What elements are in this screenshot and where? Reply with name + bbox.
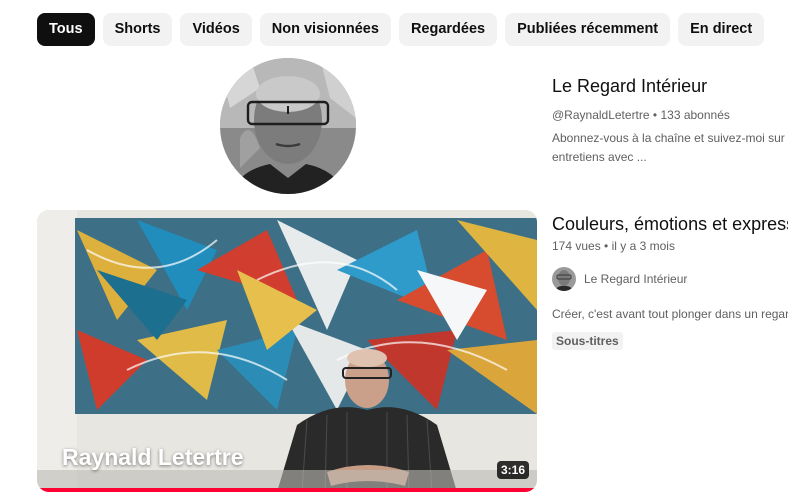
channel-meta: @RaynaldLetertre • 133 abonnés [552, 106, 788, 124]
channel-description-line2: entretiens avec ... [552, 150, 647, 164]
chip-publiees-recemment[interactable]: Publiées récemment [505, 13, 671, 46]
video-info: Couleurs, émotions et express 174 vues •… [552, 212, 788, 350]
chip-non-visionnees[interactable]: Non visionnées [259, 13, 391, 46]
filter-chip-bar: Tous Shorts Vidéos Non visionnées Regard… [37, 13, 765, 46]
chip-en-direct[interactable]: En direct [678, 13, 765, 46]
subscriber-count: 133 abonnés [660, 108, 730, 122]
view-count: 174 vues [552, 239, 601, 253]
duration-badge: 3:16 [496, 461, 529, 479]
video-description: Créer, c'est avant tout plonger dans un … [552, 307, 788, 321]
chip-tous[interactable]: Tous [37, 13, 95, 46]
video-thumbnail[interactable]: Raynald Letertre 3:16 [37, 210, 537, 492]
channel-description: Abonnez-vous à la chaîne et suivez-moi s… [552, 129, 788, 167]
watch-progress-bar [37, 488, 537, 492]
small-avatar-image [552, 267, 576, 291]
channel-handle: @RaynaldLetertre [552, 108, 650, 122]
video-channel-link[interactable]: Le Regard Intérieur [552, 267, 788, 291]
published-date: il y a 3 mois [611, 239, 675, 253]
chip-regardees[interactable]: Regardées [398, 13, 498, 46]
channel-avatar-image [220, 58, 356, 194]
meta-separator: • [604, 239, 612, 253]
channel-description-line1: Abonnez-vous à la chaîne et suivez-moi s… [552, 131, 788, 145]
chip-shorts[interactable]: Shorts [102, 13, 173, 46]
thumbnail-overlay-text: Raynald Letertre [62, 444, 244, 470]
channel-name[interactable]: Le Regard Intérieur [552, 74, 788, 98]
subtitles-badge: Sous-titres [552, 332, 623, 350]
video-channel-name[interactable]: Le Regard Intérieur [584, 272, 687, 286]
video-meta: 174 vues • il y a 3 mois [552, 237, 788, 255]
channel-info: Le Regard Intérieur @RaynaldLetertre • 1… [552, 74, 788, 167]
channel-avatar[interactable] [220, 58, 356, 194]
watch-progress-fill [37, 488, 537, 492]
chip-videos[interactable]: Vidéos [180, 13, 252, 46]
video-title[interactable]: Couleurs, émotions et express [552, 212, 788, 236]
video-channel-avatar[interactable] [552, 267, 576, 291]
